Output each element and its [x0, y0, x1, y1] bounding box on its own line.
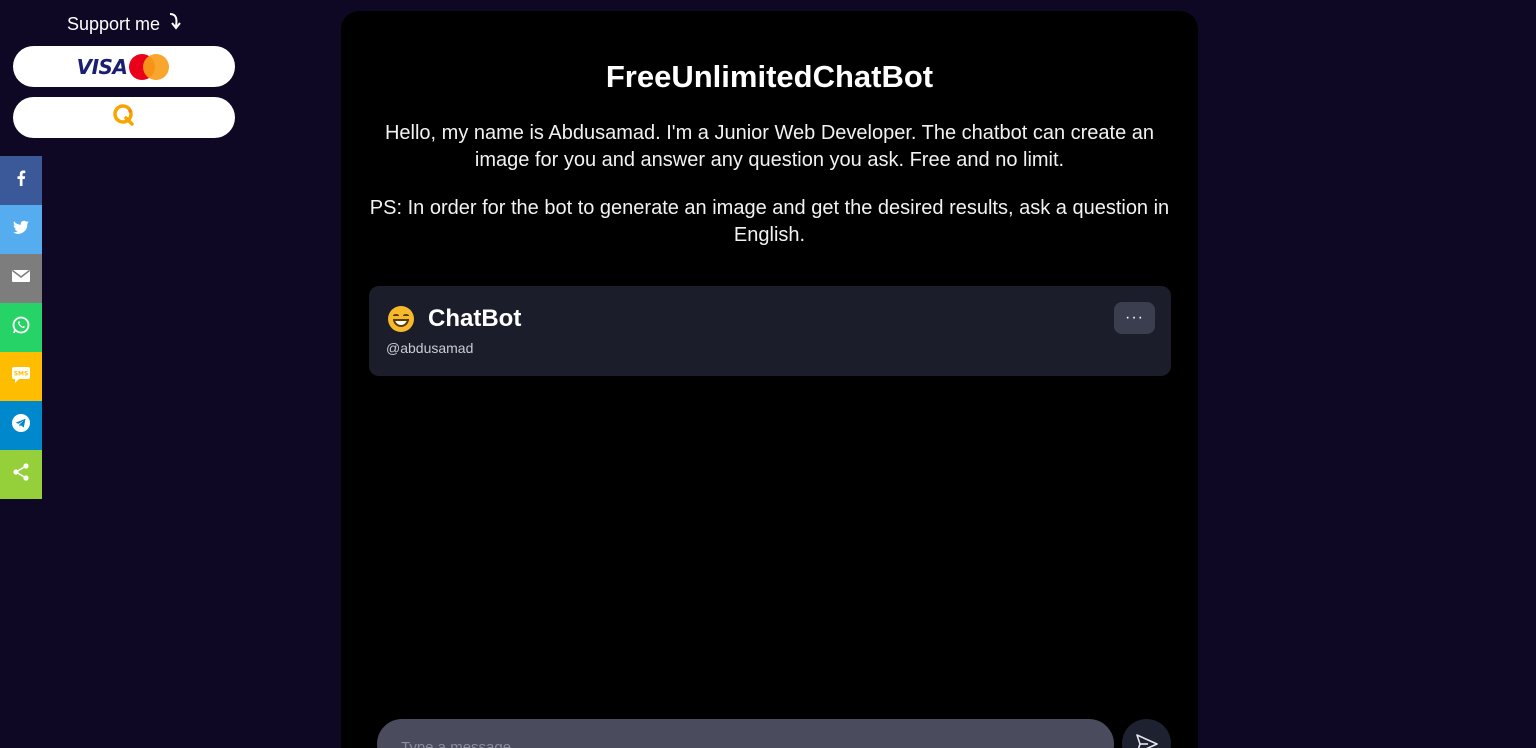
share-bar: SMS [0, 156, 42, 499]
email-icon [11, 266, 31, 291]
support-title-label: Support me [66, 14, 161, 34]
twitter-icon [11, 217, 31, 242]
page-title: FreeUnlimitedChatBot [605, 59, 934, 94]
share-email-button[interactable] [0, 254, 42, 303]
intro-text: Hello, my name is Abdusamad. I'm a Junio… [384, 122, 1155, 171]
send-button[interactable] [1122, 719, 1171, 748]
svg-text:SMS: SMS [14, 371, 29, 378]
telegram-icon [11, 413, 31, 438]
share-twitter-button[interactable] [0, 205, 42, 254]
qiwi-icon [111, 102, 137, 133]
bot-name: ChatBot [428, 305, 522, 332]
share-icon [11, 462, 31, 487]
send-icon [1135, 733, 1159, 748]
curved-arrow-down-icon [167, 10, 181, 38]
support-panel: Support me VISA [13, 10, 235, 138]
qiwi-button[interactable] [13, 97, 235, 138]
grinning-face-icon [388, 306, 414, 332]
chat-header: ChatBot @abdusamad ··· [369, 286, 1171, 376]
support-title: Support me [13, 10, 235, 40]
share-telegram-button[interactable] [0, 401, 42, 450]
main-card: FreeUnlimitedChatBot Hello, my name is A… [341, 11, 1198, 748]
more-horizontal-icon: ··· [1125, 309, 1144, 326]
visa-label: VISA [76, 54, 128, 79]
visa-mastercard-button[interactable]: VISA [13, 46, 235, 87]
whatsapp-icon [11, 315, 31, 340]
share-facebook-button[interactable] [0, 156, 42, 205]
message-input[interactable] [401, 719, 1090, 748]
share-generic-button[interactable] [0, 450, 42, 499]
mastercard-icon [129, 53, 171, 80]
share-whatsapp-button[interactable] [0, 303, 42, 352]
ps-text: PS: In order for the bot to generate an … [369, 197, 1170, 246]
share-sms-button[interactable]: SMS [0, 352, 42, 401]
facebook-icon [11, 168, 31, 193]
bot-handle: @abdusamad [386, 340, 474, 356]
sms-icon: SMS [11, 364, 31, 389]
message-input-wrapper [377, 719, 1114, 748]
chat-menu-button[interactable]: ··· [1114, 302, 1155, 334]
